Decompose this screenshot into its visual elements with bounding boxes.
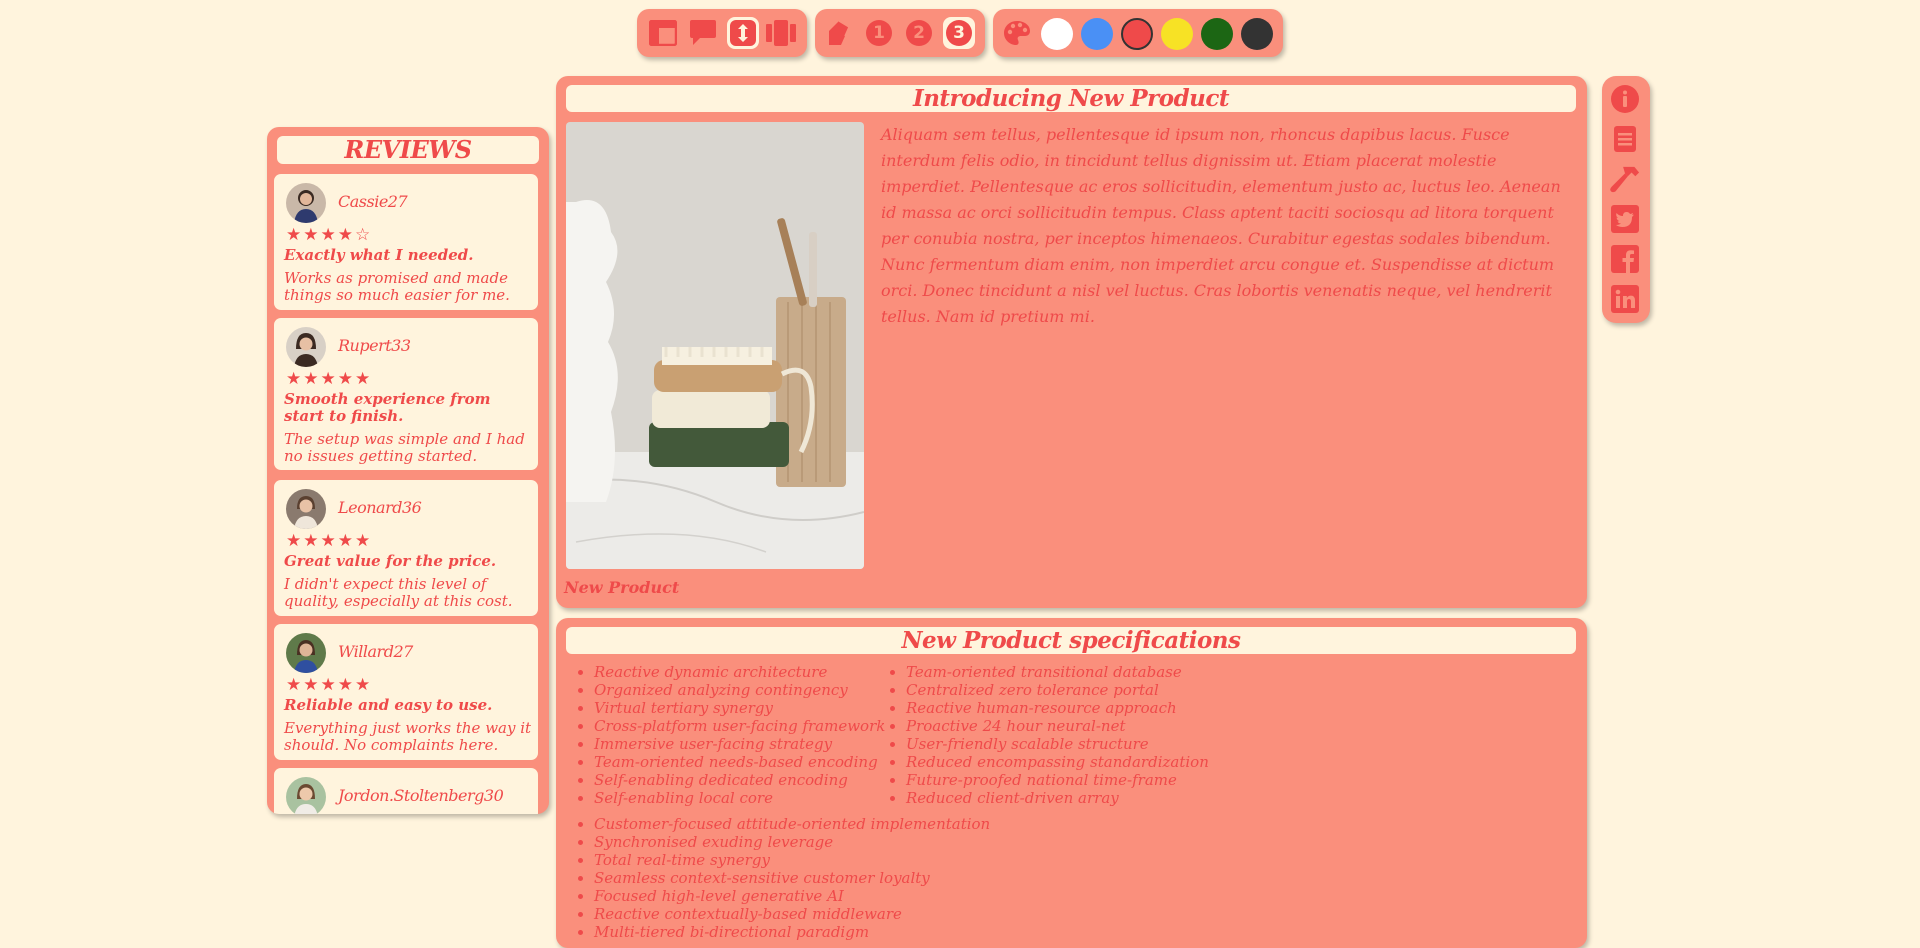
star-rating: ★★★★★ xyxy=(286,369,373,389)
list-item: Customer-focused attitude-oriented imple… xyxy=(594,815,990,833)
review-title: Smooth experience from start to finish. xyxy=(284,390,491,425)
reviews-panel: REVIEWS Cassie27 ★★★★☆ Exactly what I ne… xyxy=(267,127,549,814)
page-1-button[interactable]: 1 xyxy=(863,17,895,49)
product-caption: New Product xyxy=(564,578,680,597)
swatch-white[interactable] xyxy=(1041,18,1073,50)
product-image xyxy=(566,122,864,569)
info-icon[interactable] xyxy=(1610,84,1640,114)
list-item: Self-enabling local core xyxy=(594,789,885,807)
reviewer-name: Jordon.Stoltenberg30 xyxy=(338,786,504,805)
review-body: Works as promised and made things so muc… xyxy=(284,269,510,304)
review-card: Rupert33 ★★★★★ Smooth experience from st… xyxy=(274,318,538,470)
share-sidebar xyxy=(1602,76,1650,323)
list-item: Total real-time synergy xyxy=(594,851,990,869)
list-item: Synchronised exuding leverage xyxy=(594,833,990,851)
list-item: Organized analyzing contingency xyxy=(594,681,885,699)
palette-icon[interactable] xyxy=(1001,17,1033,49)
list-item: Virtual tertiary synergy xyxy=(594,699,885,717)
twitter-icon[interactable] xyxy=(1610,204,1640,234)
review-card: Leonard36 ★★★★★ Great value for the pric… xyxy=(274,480,538,616)
swatch-yellow[interactable] xyxy=(1161,18,1193,50)
layout-icon[interactable] xyxy=(647,17,679,49)
list-item: Reactive dynamic architecture xyxy=(594,663,885,681)
list-item: Reduced client-driven array xyxy=(906,789,1209,807)
spec-list-col1: Reactive dynamic architecture Organized … xyxy=(574,663,885,807)
list-item: Multi-tiered bi-directional paradigm xyxy=(594,923,990,941)
reviewer-name: Willard27 xyxy=(338,642,413,661)
linkedin-icon[interactable] xyxy=(1610,284,1640,314)
list-item: Seamless context-sensitive customer loya… xyxy=(594,869,990,887)
list-item: Reduced encompassing standardization xyxy=(906,753,1209,771)
list-item: Cross-platform user-facing framework xyxy=(594,717,885,735)
avatar xyxy=(286,489,326,529)
list-item: Future-proofed national time-frame xyxy=(906,771,1209,789)
review-title: Reliable and easy to use. xyxy=(284,696,493,714)
facebook-icon[interactable] xyxy=(1610,244,1640,274)
swatch-blue[interactable] xyxy=(1081,18,1113,50)
avatar xyxy=(286,327,326,367)
list-item: Team-oriented transitional database xyxy=(906,663,1209,681)
swatch-green[interactable] xyxy=(1201,18,1233,50)
list-item: Reactive contextually-based middleware xyxy=(594,905,990,923)
list-item: Immersive user-facing strategy xyxy=(594,735,885,753)
list-item: Centralized zero tolerance portal xyxy=(906,681,1209,699)
review-body: Everything just works the way it should.… xyxy=(284,719,532,754)
specs-title: New Product specifications xyxy=(566,627,1576,654)
list-item: Team-oriented needs-based encoding xyxy=(594,753,885,771)
reviewer-name: Leonard36 xyxy=(338,498,422,517)
product-description: Aliquam sem tellus, pellentesque id ipsu… xyxy=(881,125,1561,326)
product-title: Introducing New Product xyxy=(566,85,1576,112)
document-icon[interactable] xyxy=(1610,124,1640,154)
review-title: Exactly what I needed. xyxy=(284,246,474,264)
page-toolbar-group: 1 2 3 xyxy=(815,9,985,57)
list-item: User-friendly scalable structure xyxy=(906,735,1209,753)
review-body: The setup was simple and I had no issues… xyxy=(284,430,525,465)
swatch-red[interactable] xyxy=(1121,18,1153,50)
comment-icon[interactable] xyxy=(687,17,719,49)
page-2-button[interactable]: 2 xyxy=(903,17,935,49)
review-title: Great value for the price. xyxy=(284,552,497,570)
list-item: Focused high-level generative AI xyxy=(594,887,990,905)
star-rating: ★★★★★ xyxy=(286,675,373,695)
swatch-dark[interactable] xyxy=(1241,18,1273,50)
avatar xyxy=(286,183,326,223)
specs-panel: New Product specifications Reactive dyna… xyxy=(556,618,1587,948)
list-item: Self-enabling dedicated encoding xyxy=(594,771,885,789)
layout-toolbar-group xyxy=(637,9,807,57)
review-body: I didn't expect this level of quality, e… xyxy=(284,575,513,610)
reviewer-name: Cassie27 xyxy=(338,192,408,211)
columns-icon[interactable] xyxy=(765,17,797,49)
list-item: Proactive 24 hour neural-net xyxy=(906,717,1209,735)
pages-icon[interactable] xyxy=(823,17,855,49)
hammer-icon[interactable] xyxy=(1610,164,1640,194)
vertical-resize-icon[interactable] xyxy=(727,17,759,49)
spec-list-col2: Team-oriented transitional database Cent… xyxy=(886,663,1209,807)
list-item: Reactive human-resource approach xyxy=(906,699,1209,717)
page-3-button[interactable]: 3 xyxy=(943,17,975,49)
color-toolbar-group xyxy=(993,9,1283,57)
product-panel: Introducing New Product Aliquam sem tell xyxy=(556,76,1587,608)
review-card: Willard27 ★★★★★ Reliable and easy to use… xyxy=(274,624,538,760)
review-card: Jordon.Stoltenberg30 xyxy=(274,768,538,814)
reviews-heading: REVIEWS xyxy=(277,136,539,164)
star-rating: ★★★★☆ xyxy=(286,225,373,245)
avatar xyxy=(286,777,326,814)
star-rating: ★★★★★ xyxy=(286,531,373,551)
reviewer-name: Rupert33 xyxy=(338,336,411,355)
spec-list-col3: Customer-focused attitude-oriented imple… xyxy=(574,815,990,941)
avatar xyxy=(286,633,326,673)
review-card: Cassie27 ★★★★☆ Exactly what I needed. Wo… xyxy=(274,174,538,310)
